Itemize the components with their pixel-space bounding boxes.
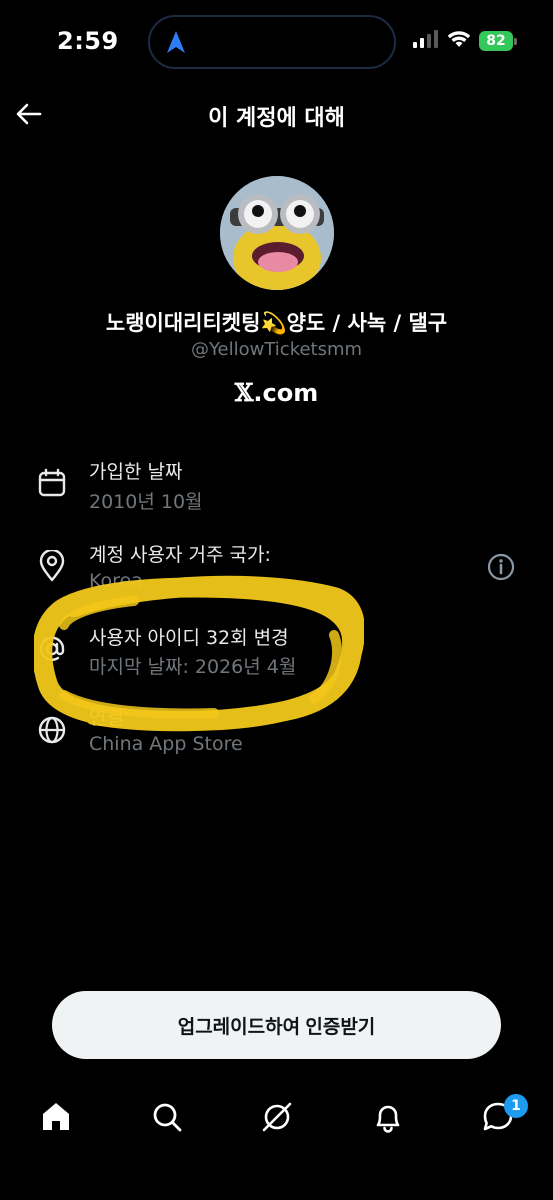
joined-date: 2010년 10월 (89, 491, 203, 513)
dynamic-island (148, 15, 396, 69)
username-changes-title: 사용자 아이디 32회 변경 (89, 627, 289, 649)
signal-icon (413, 30, 439, 52)
platform-brand: 𝕏.com (0, 378, 553, 407)
search-icon (153, 1103, 182, 1132)
location-pin-icon (36, 550, 68, 582)
display-name: 노랭이대리티켓팅💫양도 / 사녹 / 댈구 (105, 311, 448, 335)
globe-icon (36, 714, 68, 746)
x-logo: 𝕏 (234, 378, 254, 407)
messages-badge: 1 (504, 1094, 528, 1118)
country-value: Korea (89, 570, 143, 592)
nav-notifications[interactable] (369, 1098, 407, 1136)
connected-via-title: 연결 (89, 707, 124, 729)
location-arrow-icon (166, 30, 186, 58)
joined-title: 가입한 날짜 (89, 461, 183, 483)
info-icon (487, 553, 515, 581)
page-title: 이 계정에 대해 (208, 106, 345, 131)
grok-icon (262, 1102, 292, 1132)
connected-via-value: China App Store (89, 733, 243, 755)
about-account-screen: 2:59 82 이 계정에 대해 노랭이대리티켓팅💫양도 / 사녹 / 댈구 @… (0, 0, 553, 1200)
status-time: 2:59 (57, 27, 119, 55)
at-sign-icon (36, 633, 68, 665)
home-icon (43, 1103, 69, 1130)
calendar-icon (36, 467, 68, 499)
nav-home[interactable] (37, 1098, 75, 1136)
user-handle: @YellowTicketsmm (190, 339, 363, 360)
country-title: 계정 사용자 거주 국가: (89, 544, 271, 566)
wifi-icon (447, 30, 471, 52)
battery-icon: 82 (479, 31, 517, 51)
nav-grok[interactable] (258, 1098, 296, 1136)
bell-icon (376, 1105, 400, 1133)
brand-domain: .com (253, 379, 319, 407)
upgrade-verify-button[interactable]: 업그레이드하여 인증받기 (52, 991, 501, 1059)
status-indicators: 82 (413, 30, 517, 52)
nav-search[interactable] (148, 1098, 186, 1136)
username-changes-date: 마지막 날짜: 2026년 4월 (89, 656, 297, 678)
avatar[interactable] (220, 176, 334, 290)
info-button[interactable] (486, 552, 516, 582)
battery-level: 82 (479, 31, 513, 51)
